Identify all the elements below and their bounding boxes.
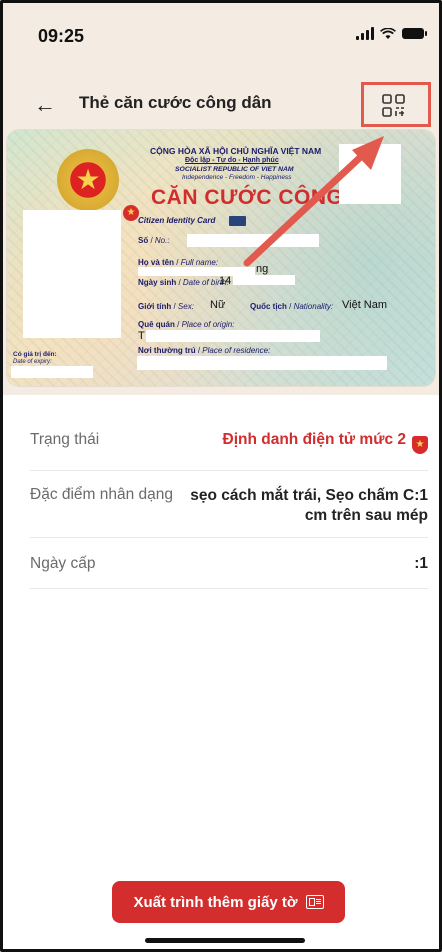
card-nation: CỘNG HÒA XÃ HỘI CHỦ NGHĨA VIỆT NAM bbox=[150, 146, 322, 156]
info-row-issue-date: Ngày cấp :1 bbox=[30, 538, 428, 589]
status-label: Trạng thái bbox=[30, 431, 100, 448]
card-title-en: Citizen Identity Card bbox=[138, 216, 216, 225]
card-expiry-label: Có giá trị đến: bbox=[13, 351, 57, 358]
card-nationality-label: Quốc tịch / Nationality: bbox=[250, 302, 334, 311]
document-id-icon bbox=[305, 895, 324, 909]
residence-redaction bbox=[137, 356, 387, 370]
citizen-id-card[interactable]: ★ CỘNG HÒA XÃ HỘI CHỦ NGHĨA VIỆT NAM Độc… bbox=[7, 130, 435, 386]
card-name-label: Họ và tên / Full name: bbox=[138, 258, 219, 267]
battery-icon bbox=[402, 28, 427, 39]
status-time: 09:25 bbox=[38, 26, 85, 46]
card-dob-label: Ngày sinh / Date of birth: bbox=[138, 278, 229, 287]
status-bar: 09:25 bbox=[0, 0, 442, 70]
page-title: Thẻ căn cước công dân bbox=[79, 93, 272, 112]
present-documents-button[interactable]: Xuất trình thêm giấy tờ bbox=[112, 881, 345, 923]
card-no-label: Số / No.: bbox=[138, 236, 170, 245]
chip-icon bbox=[229, 216, 246, 226]
qr-redaction bbox=[339, 144, 401, 204]
status-value: Định danh điện tử mức 2 ★ bbox=[223, 431, 428, 454]
origin-redaction bbox=[146, 330, 320, 342]
card-nationality-value: Việt Nam bbox=[342, 299, 388, 311]
card-expiry-label-en: Date of expiry: bbox=[13, 359, 52, 365]
card-residence-label: Nơi thường trú / Place of residence: bbox=[138, 346, 271, 355]
expiry-redaction bbox=[11, 366, 93, 378]
card-dob-value: 14 bbox=[219, 275, 232, 287]
wifi-icon bbox=[380, 27, 396, 39]
present-documents-label: Xuất trình thêm giấy tờ bbox=[133, 893, 298, 911]
dob-redaction bbox=[233, 275, 295, 285]
id-info-list: Trạng thái Định danh điện tử mức 2 ★ Đặc … bbox=[30, 418, 428, 589]
card-nation-en: SOCIALIST REPUBLIC OF VIET NAM bbox=[175, 166, 294, 173]
star-badge-icon: ★ bbox=[123, 205, 139, 221]
shield-icon: ★ bbox=[412, 436, 428, 454]
qr-code-icon[interactable] bbox=[381, 93, 407, 119]
card-name-value: ng bbox=[256, 263, 269, 275]
arrow-left-icon[interactable]: ← bbox=[34, 90, 64, 120]
features-label: Đặc điểm nhân dạng bbox=[30, 486, 174, 503]
id-number-redaction bbox=[187, 234, 319, 247]
card-motto-en: Independence - Freedom - Happiness bbox=[182, 174, 292, 181]
status-icons bbox=[356, 27, 427, 40]
card-motto: Độc lập - Tự do - Hạnh phúc bbox=[185, 157, 279, 164]
home-indicator bbox=[145, 938, 305, 943]
issue-date-value: :1 bbox=[414, 555, 428, 572]
card-sex-value: Nữ bbox=[210, 299, 226, 311]
emblem-star: ★ bbox=[75, 164, 101, 195]
issue-date-label: Ngày cấp bbox=[30, 555, 96, 572]
info-row-status: Trạng thái Định danh điện tử mức 2 ★ bbox=[30, 418, 428, 471]
card-sex-label: Giới tính / Sex: bbox=[138, 302, 194, 311]
signal-icon bbox=[356, 27, 374, 40]
card-origin-label: Quê quán / Place of origin: bbox=[138, 320, 235, 329]
photo-redaction bbox=[23, 210, 121, 338]
info-row-features: Đặc điểm nhân dạng sẹo cách mắt trái, Sẹ… bbox=[30, 471, 428, 538]
features-value: sẹo cách mắt trái, Sẹo chấm C:1 cm trên … bbox=[190, 487, 428, 524]
card-origin-value: T bbox=[138, 330, 145, 342]
